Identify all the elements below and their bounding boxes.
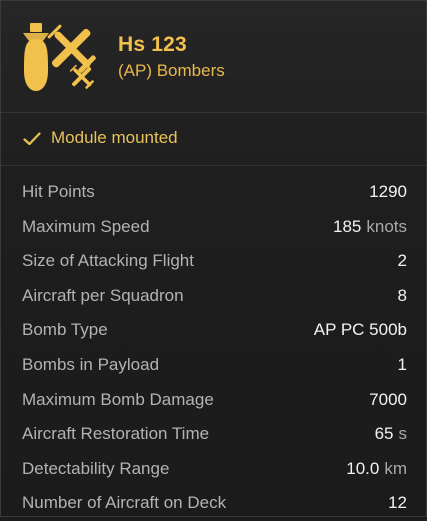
title-block: Hs 123 (AP) Bombers <box>118 32 225 82</box>
stat-row-aircraft-per-squadron: Aircraft per Squadron 8 <box>1 279 426 314</box>
stat-row-hit-points: Hit Points 1290 <box>1 175 426 210</box>
module-subtitle: (AP) Bombers <box>118 61 225 80</box>
stat-label: Number of Aircraft on Deck <box>22 493 227 513</box>
stat-value: 1 <box>397 354 407 374</box>
stat-value: 10.0 km <box>346 458 407 478</box>
stat-label: Aircraft Restoration Time <box>22 424 210 444</box>
stat-value: 8 <box>397 285 407 305</box>
stat-row-bombs-in-payload: Bombs in Payload 1 <box>1 348 426 383</box>
stat-label: Size of Attacking Flight <box>22 251 194 271</box>
stat-row-restoration-time: Aircraft Restoration Time 65 s <box>1 417 426 452</box>
stat-row-maximum-bomb-damage: Maximum Bomb Damage 7000 <box>1 383 426 418</box>
stat-label: Bomb Type <box>22 320 108 340</box>
stat-row-flight-size: Size of Attacking Flight 2 <box>1 244 426 279</box>
stat-row-maximum-speed: Maximum Speed 185 knots <box>1 210 426 245</box>
stat-row-bomb-type: Bomb Type AP PC 500b <box>1 313 426 348</box>
tooltip-header: Hs 123 (AP) Bombers <box>1 1 426 113</box>
stat-label: Aircraft per Squadron <box>22 285 184 305</box>
stat-value: AP PC 500b <box>313 320 407 340</box>
stat-row-aircraft-on-deck: Number of Aircraft on Deck 12 <box>1 486 426 521</box>
stat-value: 12 <box>388 493 407 513</box>
check-icon <box>23 132 41 146</box>
stat-value: 7000 <box>369 389 407 409</box>
stat-label: Maximum Bomb Damage <box>22 389 214 409</box>
stat-unit: s <box>398 424 408 444</box>
stat-row-detectability-range: Detectability Range 10.0 km <box>1 452 426 487</box>
stat-value: 185 knots <box>332 216 407 236</box>
status-text: Module mounted <box>51 128 178 147</box>
stat-label: Detectability Range <box>22 458 170 478</box>
stat-label: Bombs in Payload <box>22 354 160 374</box>
module-status: Module mounted <box>1 113 426 166</box>
stat-label: Maximum Speed <box>22 216 150 236</box>
module-tooltip-panel: Hs 123 (AP) Bombers Module mounted Hit P… <box>0 0 427 517</box>
plane-bomber-icon <box>23 23 96 91</box>
module-title: Hs 123 <box>118 33 187 56</box>
stats-list: Hit Points 1290 Maximum Speed 185 knots S… <box>1 166 426 521</box>
stat-value: 1290 <box>369 182 407 201</box>
stat-value: 2 <box>397 251 407 271</box>
stat-label: Hit Points <box>22 182 95 201</box>
stat-value: 65 s <box>374 424 408 444</box>
stat-unit: knots <box>366 216 407 236</box>
stat-unit: km <box>384 458 407 478</box>
